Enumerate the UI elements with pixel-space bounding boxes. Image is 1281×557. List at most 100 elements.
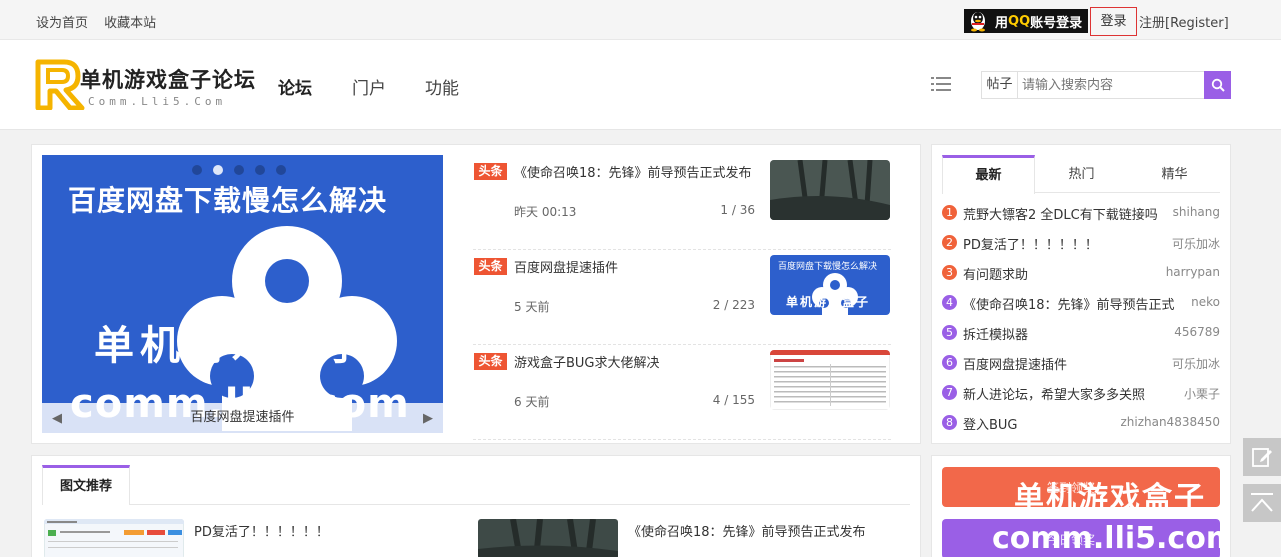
pic-item-title[interactable]: 《使命召唤18：先锋》前导预告正式发布 <box>628 521 866 540</box>
headline-title[interactable]: 百度网盘提速插件 <box>514 257 618 276</box>
right-tabs: 最新 热门 精华 <box>942 155 1221 194</box>
search-category-select[interactable]: 帖子 <box>982 72 1018 98</box>
section-divider <box>130 504 910 505</box>
qq-login-suffix: 账号登录 <box>1030 15 1083 31</box>
rank-item[interactable]: 7 新人进论坛，希望大家多多关照 小栗子 <box>942 378 1220 408</box>
rank-title[interactable]: 登入BUG <box>963 414 1018 433</box>
headline-thumbnail[interactable] <box>770 160 890 220</box>
signin-banner[interactable]: 单机游戏盒子 签到领奖 <box>942 467 1220 507</box>
pic-item-thumbnail[interactable] <box>44 519 184 557</box>
rank-item[interactable]: 3 有问题求助 harrypan <box>942 258 1220 288</box>
qq-login-button[interactable]: 用 QQ 账号登录 <box>964 9 1088 33</box>
back-to-top-button[interactable] <box>1243 484 1281 522</box>
headline-thumbnail[interactable] <box>770 350 890 410</box>
headline-item[interactable]: 头条 游戏盒子BUG求大佬解决 6 天前 4 / 155 <box>473 345 891 440</box>
reward-banner[interactable]: comm.lli5.com 今日领奖 <box>942 519 1220 557</box>
menu-list-icon[interactable] <box>931 76 951 92</box>
rank-item[interactable]: 1 荒野大镖客2 全DLC有下载链接吗 shihang <box>942 198 1220 228</box>
rank-title[interactable]: 拆迁模拟器 <box>963 324 1028 343</box>
rank-title[interactable]: 有问题求助 <box>963 264 1028 283</box>
rank-number: 6 <box>942 355 957 370</box>
rank-user[interactable]: zhizhan4838450 <box>1120 415 1220 429</box>
rank-number: 2 <box>942 235 957 250</box>
headline-count: 1 / 36 <box>720 203 755 217</box>
slide-watermark-cn: 单机游戏盒子 <box>94 323 370 369</box>
slider-dot[interactable] <box>255 165 265 175</box>
slider-dots <box>192 165 286 175</box>
banner-overlay: 签到领奖 <box>1047 481 1096 495</box>
rank-user[interactable]: 可乐加冰 <box>1172 355 1220 372</box>
nav-portal[interactable]: 门户 <box>352 74 386 99</box>
rank-title[interactable]: 荒野大镖客2 全DLC有下载链接吗 <box>963 204 1158 223</box>
top-links: 设为首页 收藏本站 <box>36 12 168 31</box>
headline-item[interactable]: 头条 《使命召唤18：先锋》前导预告正式发布 昨天 00:13 1 / 36 <box>473 155 891 250</box>
rank-user[interactable]: 小栗子 <box>1184 385 1220 402</box>
login-link[interactable]: 登录 <box>1090 7 1137 36</box>
banner-text: comm.lli5.com <box>992 521 1220 556</box>
rank-user[interactable]: shihang <box>1173 205 1220 219</box>
rank-item[interactable]: 8 登入BUG zhizhan4838450 <box>942 408 1220 438</box>
search-bar: 帖子 <box>981 71 1231 99</box>
back-to-top-icon <box>1251 493 1273 512</box>
pic-item-thumbnail[interactable] <box>478 519 618 557</box>
set-home-link[interactable]: 设为首页 <box>36 16 88 31</box>
slider-next-icon[interactable]: ▶ <box>423 411 433 426</box>
slider-prev-icon[interactable]: ◀ <box>52 411 62 426</box>
search-button[interactable] <box>1204 71 1231 99</box>
rank-item[interactable]: 6 百度网盘提速插件 可乐加冰 <box>942 348 1220 378</box>
banner-text: 单机游戏盒子 <box>1014 481 1206 507</box>
qq-login-prefix: 用 <box>995 15 1009 31</box>
top-bar: 设为首页 收藏本站 用 QQ 账号登录 登录 注册[Register] <box>0 0 1281 40</box>
headline-item[interactable]: 头条 百度网盘提速插件 5 天前 2 / 223 百度网盘下载慢怎么解决 单机游… <box>473 250 891 345</box>
search-icon <box>1211 78 1225 92</box>
bookmark-link[interactable]: 收藏本站 <box>104 16 156 31</box>
nav-features[interactable]: 功能 <box>425 74 459 99</box>
rank-title[interactable]: 新人进论坛，希望大家多多关照 <box>963 384 1145 403</box>
slider-dot-active[interactable] <box>213 165 223 175</box>
rank-user[interactable]: 可乐加冰 <box>1172 235 1220 252</box>
rank-user[interactable]: 456789 <box>1174 325 1220 339</box>
headline-count: 2 / 223 <box>712 298 755 312</box>
rank-number: 3 <box>942 265 957 280</box>
post-edit-button[interactable] <box>1243 438 1281 476</box>
banner-overlay: 今日领奖 <box>1047 533 1096 547</box>
rank-title[interactable]: 《使命召唤18：先锋》前导预告正式 <box>963 294 1175 313</box>
rank-item[interactable]: 2 PD复活了！！！！！！ 可乐加冰 <box>942 228 1220 258</box>
logo-r-icon[interactable] <box>34 58 86 110</box>
edit-icon <box>1252 448 1272 467</box>
slider-dot[interactable] <box>276 165 286 175</box>
slider-dot[interactable] <box>192 165 202 175</box>
pic-section-title[interactable]: 图文推荐 <box>42 465 130 505</box>
qq-login-qq: QQ <box>1008 13 1031 29</box>
rank-user[interactable]: harrypan <box>1166 265 1220 279</box>
thumb-watermark: 单机游戏盒子 <box>786 295 871 309</box>
rank-user[interactable]: neko <box>1191 295 1220 309</box>
tab-featured[interactable]: 精华 <box>1128 155 1221 193</box>
image-slider[interactable]: 百度网盘下载慢怎么解决 单机游戏盒子 comm.lli5.com 百度网盘提速插… <box>42 155 443 433</box>
rank-number: 5 <box>942 325 957 340</box>
pic-item-title[interactable]: PD复活了！！！！！！ <box>194 521 329 540</box>
rank-number: 4 <box>942 295 957 310</box>
search-input[interactable] <box>1022 75 1192 95</box>
slider-dot[interactable] <box>234 165 244 175</box>
rank-title[interactable]: 百度网盘提速插件 <box>963 354 1067 373</box>
logo-subtitle: Comm.Lli5.Com <box>88 95 227 108</box>
headline-tag: 头条 <box>474 353 507 370</box>
headline-tag: 头条 <box>474 258 507 275</box>
rank-title[interactable]: PD复活了！！！！！！ <box>963 234 1098 253</box>
headline-count: 4 / 155 <box>712 393 755 407</box>
headline-title[interactable]: 游戏盒子BUG求大佬解决 <box>514 352 660 371</box>
rank-item[interactable]: 4 《使命召唤18：先锋》前导预告正式 neko <box>942 288 1220 318</box>
slide-image-title: 百度网盘下载慢怎么解决 <box>68 184 388 217</box>
tab-latest[interactable]: 最新 <box>942 155 1035 194</box>
logo-title[interactable]: 单机游戏盒子论坛 <box>80 64 256 94</box>
headline-time: 昨天 00:13 <box>514 205 577 219</box>
headline-thumbnail[interactable]: 百度网盘下载慢怎么解决 单机游戏盒子 <box>770 255 890 315</box>
tab-hot[interactable]: 热门 <box>1035 155 1128 193</box>
slide-caption[interactable]: 百度网盘提速插件 <box>42 403 443 433</box>
site-header: 单机游戏盒子论坛 Comm.Lli5.Com 论坛 门户 功能 帖子 <box>0 40 1281 130</box>
register-link[interactable]: 注册[Register] <box>1139 12 1229 31</box>
rank-item[interactable]: 5 拆迁模拟器 456789 <box>942 318 1220 348</box>
headline-title[interactable]: 《使命召唤18：先锋》前导预告正式发布 <box>514 162 752 181</box>
nav-forum[interactable]: 论坛 <box>278 74 312 99</box>
